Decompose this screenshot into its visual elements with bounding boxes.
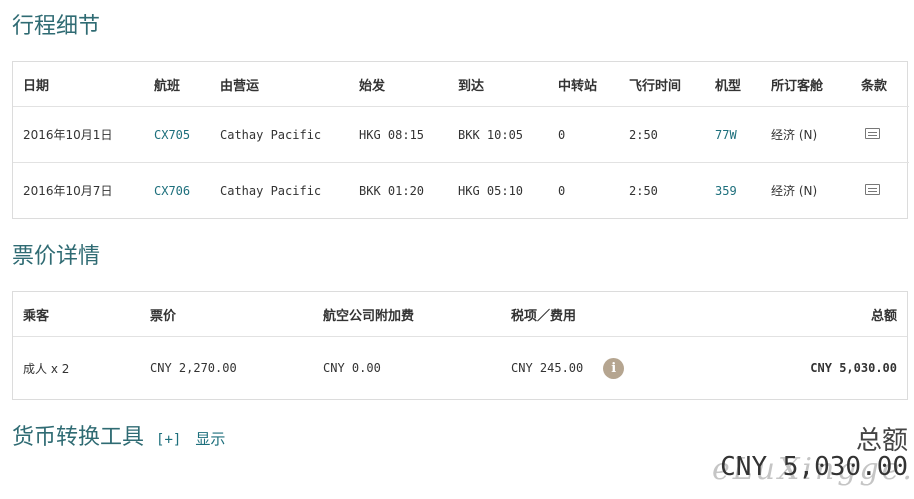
- col-date: 日期: [13, 62, 144, 107]
- itinerary-table: 日期 航班 由营运 始发 到达 中转站 飞行时间 机型 所订客舱 条款 2016…: [13, 62, 909, 218]
- aircraft-link[interactable]: 77W: [715, 128, 737, 142]
- table-row: 2016年10月7日 CX706 Cathay Pacific BKK 01:2…: [13, 163, 909, 219]
- itinerary-title: 行程细节: [12, 14, 101, 39]
- rules-cell: [851, 163, 909, 219]
- depart: HKG 08:15: [349, 106, 448, 163]
- table-row: 成人 x 2 CNY 2,270.00 CNY 0.00 CNY 245.00 i…: [13, 337, 907, 400]
- rules-cell: [851, 106, 909, 163]
- itinerary-header-row: 日期 航班 由营运 始发 到达 中转站 飞行时间 机型 所订客舱 条款: [13, 62, 909, 107]
- operator: Cathay Pacific: [210, 106, 349, 163]
- arrive: BKK 10:05: [448, 106, 548, 163]
- col-duration: 飞行时间: [619, 62, 705, 107]
- surcharge-amount: CNY 0.00: [323, 361, 381, 375]
- aircraft-cell: 359: [705, 163, 761, 219]
- flight-number-cell: CX705: [144, 106, 210, 163]
- flight-date: 2016年10月7日: [23, 184, 113, 198]
- duration: 2:50: [619, 106, 705, 163]
- flight-date: 2016年10月1日: [13, 106, 144, 163]
- col-surcharge: 航空公司附加费: [313, 292, 501, 337]
- operator: Cathay Pacific: [220, 183, 322, 198]
- info-icon[interactable]: i: [603, 357, 625, 379]
- fare-table: 乘客 票价 航空公司附加费 税项／费用 总额 成人 x 2 CNY 2,270.…: [13, 292, 907, 399]
- taxes-amount: CNY 245.00: [511, 360, 584, 375]
- document-icon[interactable]: [865, 183, 880, 195]
- col-taxes: 税项／费用: [501, 292, 701, 337]
- cabin: 经济 (N): [761, 106, 851, 163]
- col-cabin: 所订客舱: [761, 62, 851, 107]
- taxes-cell: CNY 245.00 i: [501, 337, 701, 400]
- col-passenger: 乘客: [13, 292, 140, 337]
- aircraft-link[interactable]: 359: [715, 184, 737, 198]
- converter-show-link[interactable]: 显示: [195, 428, 225, 449]
- col-rules: 条款: [851, 62, 909, 107]
- converter-title: 货币转换工具: [12, 425, 145, 450]
- grand-total-value: CNY 5,030.00: [720, 452, 908, 482]
- flight-number-link[interactable]: CX706: [154, 184, 190, 198]
- col-total: 总额: [701, 292, 907, 337]
- col-arrive: 到达: [448, 62, 548, 107]
- converter-toggle[interactable]: [+]: [156, 432, 181, 448]
- arrive: HKG 05:10: [458, 183, 524, 198]
- cabin: 经济 (N): [771, 184, 818, 198]
- stops: 0: [558, 183, 566, 198]
- table-row: 2016年10月1日 CX705 Cathay Pacific HKG 08:1…: [13, 106, 909, 163]
- col-flight: 航班: [144, 62, 210, 107]
- col-stops: 中转站: [548, 62, 619, 107]
- depart: BKK 01:20: [359, 183, 425, 198]
- fare-amount: CNY 2,270.00: [150, 361, 237, 375]
- aircraft-cell: 77W: [705, 106, 761, 163]
- stops: 0: [548, 106, 619, 163]
- passenger: 成人 x 2: [23, 361, 70, 376]
- itinerary-panel: 日期 航班 由营运 始发 到达 中转站 飞行时间 机型 所订客舱 条款 2016…: [12, 61, 909, 219]
- col-depart: 始发: [349, 62, 448, 107]
- document-icon[interactable]: [865, 127, 880, 139]
- fare-panel: 乘客 票价 航空公司附加费 税项／费用 总额 成人 x 2 CNY 2,270.…: [12, 291, 908, 400]
- fare-title: 票价详情: [12, 244, 101, 269]
- flight-number-link[interactable]: CX705: [154, 128, 190, 142]
- duration: 2:50: [629, 183, 658, 198]
- col-operator: 由营运: [210, 62, 349, 107]
- total-amount: CNY 5,030.00: [810, 361, 897, 375]
- col-fare: 票价: [140, 292, 313, 337]
- col-aircraft: 机型: [705, 62, 761, 107]
- flight-number-cell: CX706: [144, 163, 210, 219]
- currency-converter: 货币转换工具 [+] 显示: [12, 419, 225, 451]
- fare-header-row: 乘客 票价 航空公司附加费 税项／费用 总额: [13, 292, 907, 337]
